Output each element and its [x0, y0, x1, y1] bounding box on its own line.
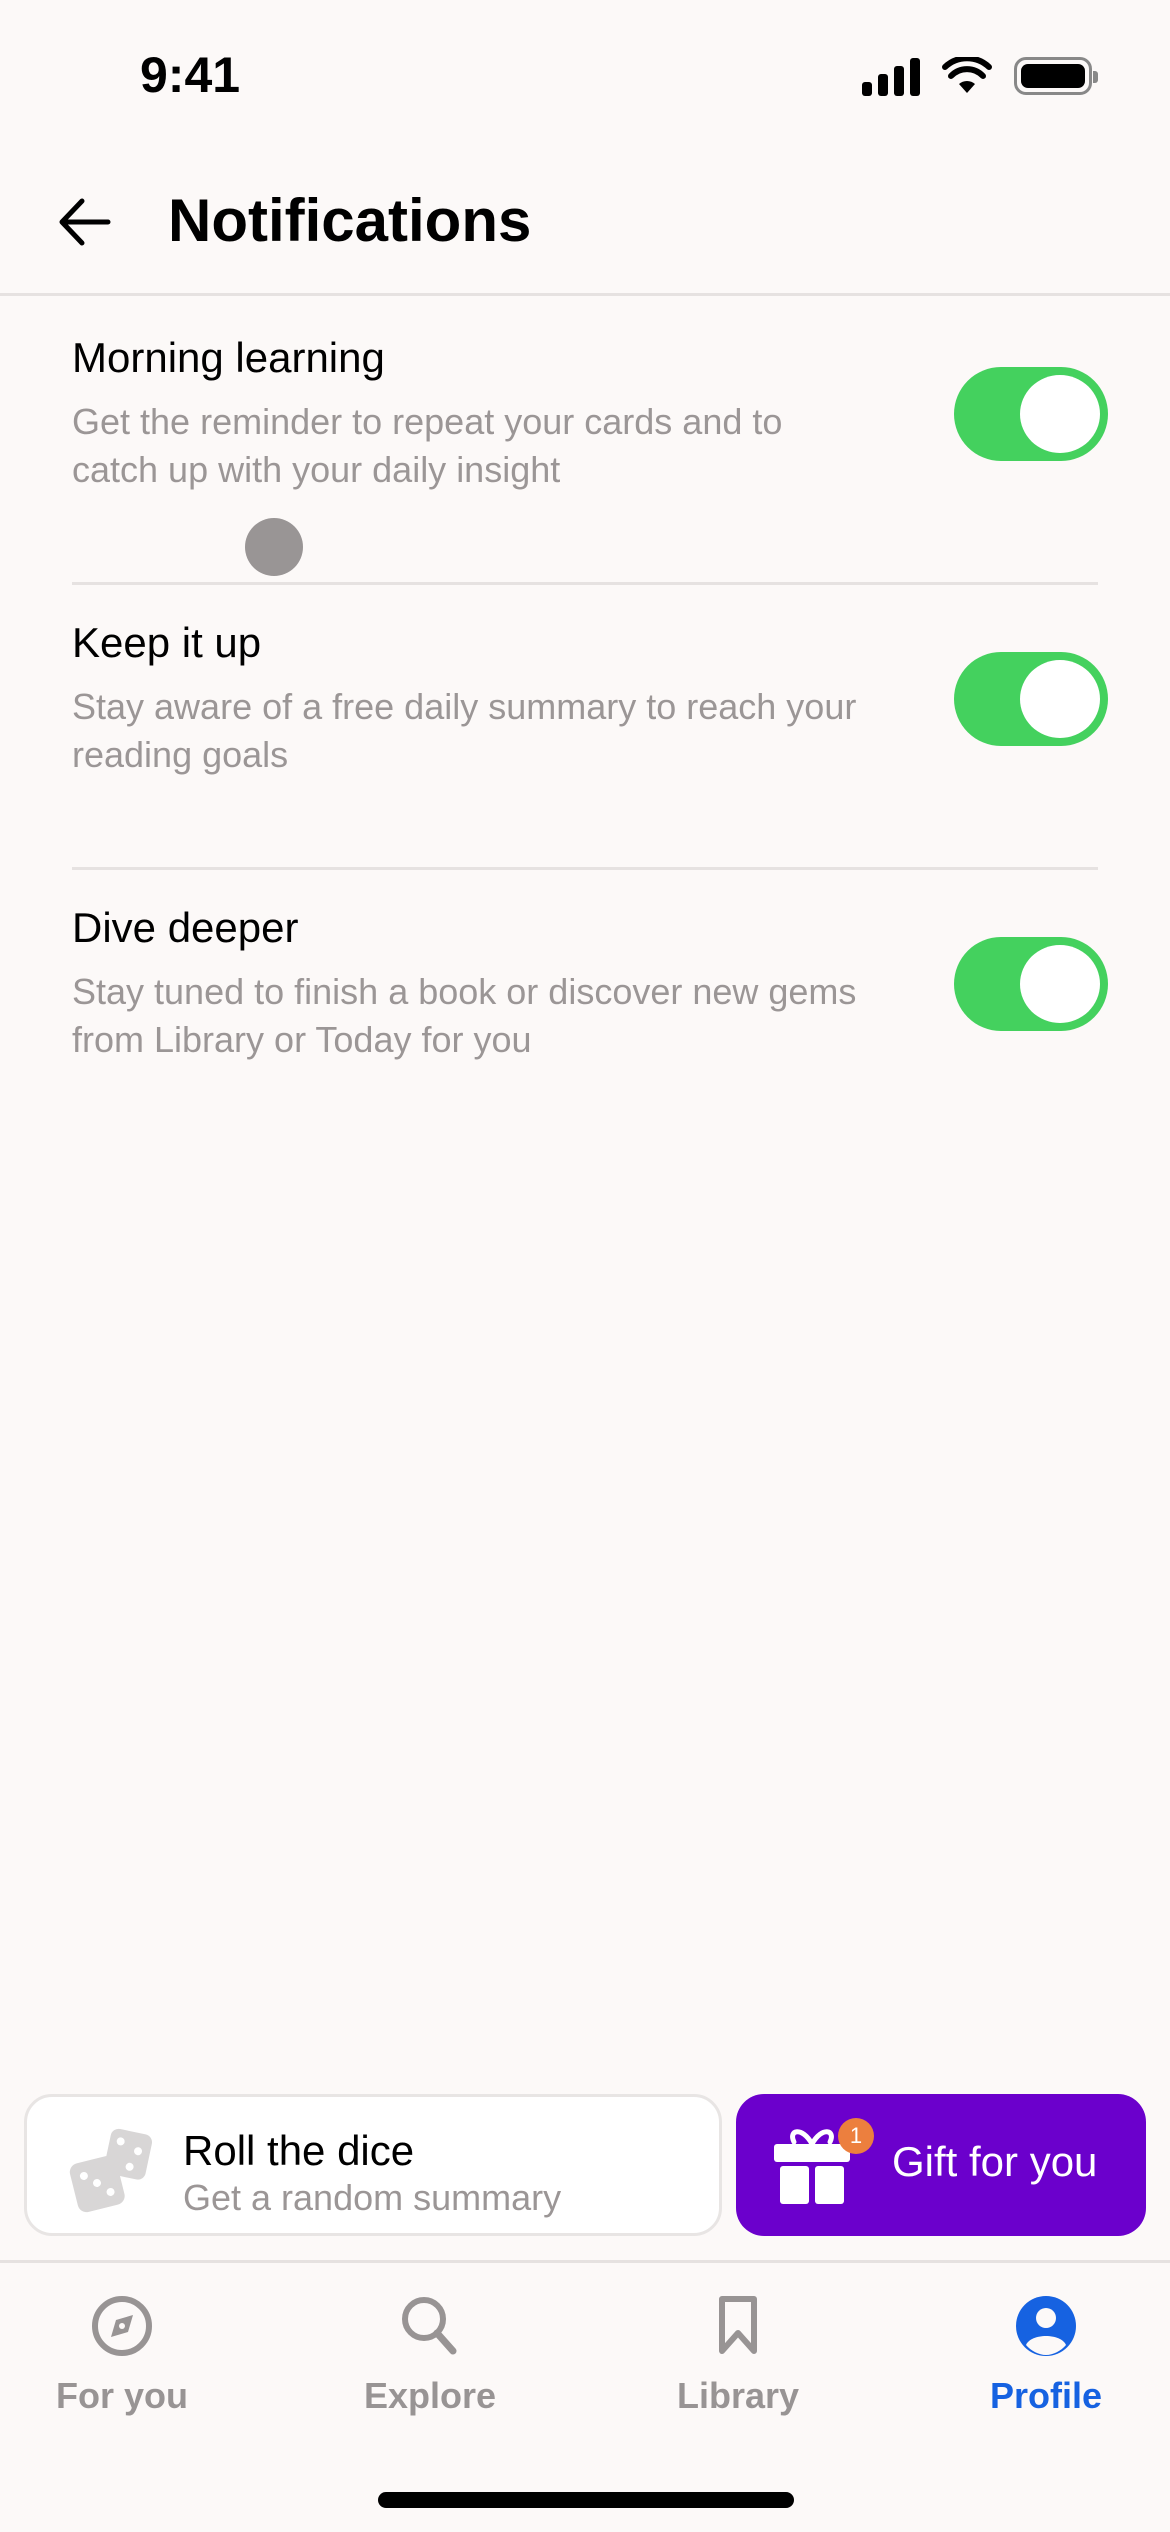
arrow-left-icon: [59, 198, 111, 246]
status-icons: [862, 56, 1098, 96]
cellular-signal-icon: [862, 56, 920, 96]
dice-icon: [69, 2128, 153, 2213]
notification-settings-list: Morning learning Get the reminder to rep…: [0, 300, 1170, 1155]
setting-morning-learning: Morning learning Get the reminder to rep…: [72, 300, 1108, 585]
gift-label: Gift for you: [892, 2138, 1098, 2185]
touch-indicator: [245, 518, 303, 576]
morning-learning-toggle[interactable]: [954, 367, 1108, 461]
setting-title: Keep it up: [72, 619, 262, 666]
home-indicator[interactable]: [378, 2492, 794, 2508]
tab-profile[interactable]: Profile: [946, 2293, 1146, 2443]
setting-description: Stay aware of a free daily summary to re…: [72, 686, 857, 775]
dice-title: Roll the dice: [183, 2127, 415, 2174]
back-button[interactable]: [52, 190, 116, 254]
status-time: 9:41: [140, 47, 241, 103]
bookmark-icon: [719, 2296, 757, 2354]
search-icon: [402, 2297, 457, 2355]
toggle-knob: [1020, 375, 1100, 453]
tab-label: For you: [56, 2375, 188, 2416]
setting-title: Dive deeper: [72, 904, 299, 951]
roll-the-dice-button[interactable]: Roll the dice Get a random summary: [24, 2094, 722, 2236]
setting-keep-it-up: Keep it up Stay aware of a free daily su…: [72, 585, 1108, 870]
toggle-knob: [1020, 945, 1100, 1023]
tab-for-you[interactable]: For you: [22, 2293, 222, 2443]
wifi-icon: [942, 57, 992, 93]
battery-icon: [1014, 57, 1098, 95]
header: Notifications: [0, 150, 1170, 296]
dice-subtitle: Get a random summary: [183, 2177, 562, 2218]
gift-for-you-button[interactable]: 1 Gift for you: [736, 2094, 1146, 2236]
profile-icon: [1016, 2296, 1076, 2356]
tab-label: Profile: [989, 2375, 1103, 2416]
keep-it-up-toggle[interactable]: [954, 652, 1108, 746]
compass-icon: [92, 2296, 152, 2356]
setting-title: Morning learning: [72, 334, 385, 381]
status-bar: 9:41: [0, 0, 1170, 150]
gift-badge: 1: [838, 2118, 874, 2154]
setting-dive-deeper: Dive deeper Stay tuned to finish a book …: [72, 870, 1108, 1155]
setting-description: Stay tuned to finish a book or discover …: [72, 971, 857, 1060]
tab-library[interactable]: Library: [638, 2293, 838, 2443]
tab-label: Library: [676, 2375, 800, 2416]
action-cards: Roll the dice Get a random summary 1 Gif…: [24, 2094, 1146, 2236]
toggle-knob: [1020, 660, 1100, 738]
tab-label: Explore: [363, 2375, 497, 2416]
dive-deeper-toggle[interactable]: [954, 937, 1108, 1031]
page-title: Notifications: [168, 187, 532, 254]
setting-description: Get the reminder to repeat your cards an…: [72, 401, 783, 490]
tab-explore[interactable]: Explore: [330, 2293, 530, 2443]
